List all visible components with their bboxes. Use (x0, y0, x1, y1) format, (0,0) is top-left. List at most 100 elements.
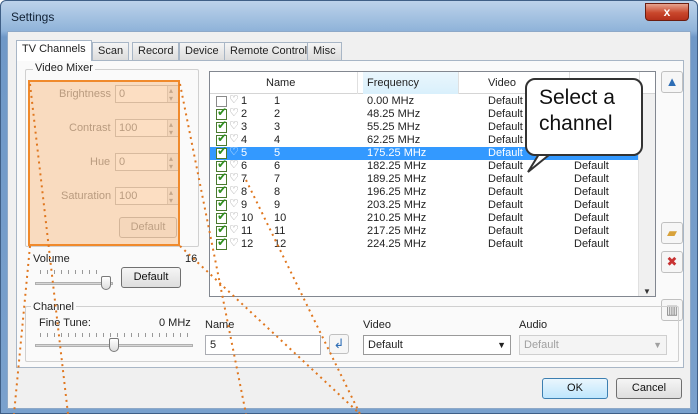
table-row[interactable]: ♡1010210.25 MHzDefaultDefault (210, 210, 640, 225)
channel-frequency: 62.25 MHz (367, 134, 421, 146)
favorite-heart-icon[interactable]: ♡ (229, 159, 239, 172)
channel-name: 12 (274, 238, 287, 250)
favorite-heart-icon[interactable]: ♡ (229, 133, 239, 146)
channel-name: 9 (274, 199, 281, 211)
channel-video-value: Default (368, 339, 403, 351)
favorite-heart-icon[interactable]: ♡ (229, 211, 239, 224)
favorite-heart-icon[interactable]: ♡ (229, 224, 239, 237)
tab-remote-control[interactable]: Remote Control (224, 42, 314, 60)
channel-video: Default (488, 173, 523, 185)
fine-tune-label: Fine Tune: (39, 317, 91, 329)
channel-number: 9 (241, 199, 248, 211)
volume-default-button[interactable]: Default (121, 267, 181, 288)
channel-number: 3 (241, 121, 248, 133)
table-row[interactable]: ♡66182.25 MHzDefaultDefault (210, 158, 640, 173)
channel-video: Default (488, 134, 523, 146)
channel-name: 10 (274, 212, 287, 224)
channel-video-label: Video (363, 319, 391, 331)
favorite-heart-icon[interactable]: ♡ (229, 198, 239, 211)
channel-checkbox[interactable] (216, 236, 227, 250)
volume-ticks (39, 270, 103, 274)
channel-audio-select[interactable]: Default ▼ (519, 335, 667, 355)
channel-video: Default (488, 95, 523, 107)
channel-number: 10 (241, 212, 254, 224)
channel-group-label: Channel (31, 301, 76, 313)
table-row[interactable]: ♡1111217.25 MHzDefaultDefault (210, 223, 640, 238)
cancel-button[interactable]: Cancel (616, 378, 682, 399)
channel-frequency: 55.25 MHz (367, 121, 421, 133)
favorite-heart-icon[interactable]: ♡ (229, 172, 239, 185)
channel-audio: Default (574, 173, 609, 185)
chevron-down-icon: ▼ (497, 340, 506, 350)
channel-video: Default (488, 108, 523, 120)
channel-frequency: 210.25 MHz (367, 212, 427, 224)
channel-number: 11 (241, 225, 253, 237)
folder-icon[interactable]: ▰ (661, 222, 683, 244)
channel-video: Default (488, 199, 523, 211)
tab-misc[interactable]: Misc (307, 42, 342, 60)
channel-number: 8 (241, 186, 248, 198)
favorite-heart-icon[interactable]: ♡ (229, 120, 239, 133)
table-row[interactable]: ♡77189.25 MHzDefaultDefault (210, 171, 640, 186)
fine-tune-slider-thumb[interactable] (109, 338, 119, 352)
channel-name: 8 (274, 186, 281, 198)
volume-value: 16 (185, 253, 198, 265)
title-bar[interactable]: Settings x (1, 1, 697, 33)
channel-video: Default (488, 147, 523, 159)
channel-name: 1 (274, 95, 281, 107)
callout-line-1: Select a (539, 86, 615, 109)
channel-frequency: 203.25 MHz (367, 199, 427, 211)
column-header-name[interactable]: Name (262, 72, 358, 94)
volume-slider-thumb[interactable] (101, 276, 111, 290)
channel-audio: Default (574, 160, 609, 172)
channel-frequency: 224.25 MHz (367, 238, 427, 250)
callout-line-2: channel (539, 112, 613, 135)
scroll-up-icon[interactable]: ▲ (661, 71, 683, 93)
channel-name: 2 (274, 108, 281, 120)
channel-number: 4 (241, 134, 248, 146)
channel-name: 7 (274, 173, 281, 185)
channel-name: 5 (274, 147, 281, 159)
ok-button[interactable]: OK (542, 378, 608, 399)
channel-audio: Default (574, 225, 609, 237)
column-header-frequency[interactable]: Frequency (363, 72, 459, 94)
channel-video-select[interactable]: Default ▼ (363, 335, 511, 355)
tab-device[interactable]: Device (179, 42, 225, 60)
channel-number: 6 (241, 160, 248, 172)
favorite-heart-icon[interactable]: ♡ (229, 94, 239, 107)
close-button[interactable]: x (645, 3, 689, 21)
channel-number: 2 (241, 108, 248, 120)
channel-frequency: 196.25 MHz (367, 186, 427, 198)
favorite-heart-icon[interactable]: ♡ (229, 185, 239, 198)
table-row[interactable]: ♡1212224.25 MHzDefaultDefault (210, 236, 640, 251)
scroll-down-icon[interactable]: ▼ (643, 287, 651, 296)
channel-frequency: 217.25 MHz (367, 225, 427, 237)
channel-number: 7 (241, 173, 248, 185)
channel-audio: Default (574, 212, 609, 224)
channel-name: 6 (274, 160, 281, 172)
favorite-heart-icon[interactable]: ♡ (229, 146, 239, 159)
fine-tune-ticks (39, 333, 191, 337)
tab-scan[interactable]: Scan (92, 42, 130, 60)
channel-name-input[interactable]: 5 (205, 335, 321, 355)
channel-name: 3 (274, 121, 281, 133)
channel-number: 5 (241, 147, 248, 159)
tab-record[interactable]: Record (132, 42, 180, 60)
channel-video: Default (488, 238, 523, 250)
apply-name-icon[interactable]: ↲ (329, 334, 349, 354)
channel-frequency: 175.25 MHz (367, 147, 427, 159)
chevron-down-icon: ▼ (653, 340, 662, 350)
table-row[interactable]: ♡88196.25 MHzDefaultDefault (210, 184, 640, 199)
channel-audio-value: Default (524, 339, 559, 351)
volume-label: Volume (33, 253, 70, 265)
tab-tv-channels[interactable]: TV Channels (16, 40, 92, 61)
channel-name: 11 (274, 225, 286, 237)
favorite-heart-icon[interactable]: ♡ (229, 237, 239, 250)
channel-name: 4 (274, 134, 281, 146)
channel-frequency: 48.25 MHz (367, 108, 421, 120)
fine-tune-value: 0 MHz (159, 317, 191, 329)
channel-audio: Default (574, 186, 609, 198)
favorite-heart-icon[interactable]: ♡ (229, 107, 239, 120)
table-row[interactable]: ♡99203.25 MHzDefaultDefault (210, 197, 640, 212)
delete-icon[interactable]: ✖ (661, 251, 683, 273)
